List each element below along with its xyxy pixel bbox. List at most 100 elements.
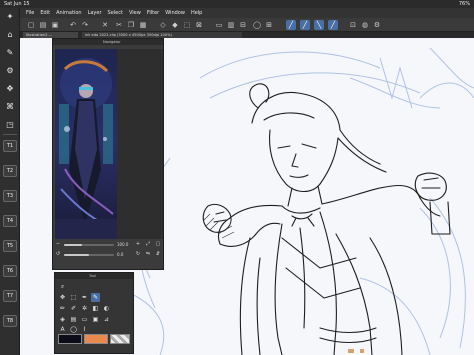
ruler-tool-icon[interactable]: ⊿ bbox=[102, 315, 111, 324]
command-bar: ▢ ▤ ▣ ↶ ↷ ✕ ✂ ❐ ▦ ◇ ◆ ⬚ ⊠ ▭ ▥ ⊟ ◯ ⊞ ╱ ╱ … bbox=[20, 18, 474, 32]
correct-line-tool-icon[interactable]: ⌇ bbox=[80, 325, 89, 334]
layer-icon[interactable]: ▭ bbox=[214, 20, 224, 30]
select-all-icon[interactable]: ⬚ bbox=[182, 20, 192, 30]
eraser-tool-icon[interactable]: ◧ bbox=[91, 304, 100, 313]
custom-button-5[interactable]: T5 bbox=[3, 240, 17, 252]
group-icon[interactable]: ▥ bbox=[226, 20, 236, 30]
rotate-left-icon[interactable]: ↺ bbox=[55, 251, 61, 257]
zoom-tool-icon[interactable]: ⌕ bbox=[58, 282, 67, 291]
rotate-right-icon[interactable]: ↻ bbox=[135, 251, 141, 257]
menu-help[interactable]: Help bbox=[191, 10, 202, 16]
command-icon: ⌘ bbox=[6, 102, 14, 111]
sidebar-item-7[interactable]: ◳ bbox=[2, 120, 18, 129]
sidebar-item-2[interactable]: ⌂ bbox=[2, 30, 18, 39]
sidebar-item-6[interactable]: ⌘ bbox=[2, 102, 18, 111]
tool-palette-title: Tool bbox=[55, 273, 133, 279]
balloon-tool-icon[interactable]: ◯ bbox=[69, 325, 78, 334]
custom-button-7[interactable]: T7 bbox=[3, 290, 17, 302]
status-battery: 76% bbox=[458, 1, 470, 7]
pen-icon: ✎ bbox=[6, 48, 14, 57]
fit-view-icon[interactable]: ⤢ bbox=[145, 241, 151, 247]
sidebar-item-3[interactable]: ✎ bbox=[2, 48, 18, 57]
flip-vertical-icon[interactable]: ⇵ bbox=[155, 251, 161, 257]
transparent-color-swatch[interactable] bbox=[110, 334, 130, 344]
custom-button-8[interactable]: T8 bbox=[3, 315, 17, 327]
blend-tool-icon[interactable]: ◐ bbox=[102, 304, 111, 313]
merge-icon[interactable]: ⊟ bbox=[238, 20, 248, 30]
select-tool-icon[interactable]: ⬚ bbox=[69, 293, 78, 302]
custom-button-6[interactable]: T6 bbox=[3, 265, 17, 277]
navigator-preview-image[interactable] bbox=[55, 49, 117, 239]
command-sidebar: ✦ ⌂ ✎ ⚙ ✥ ⌘ ◳ T1 T2 T3 T4 T5 T6 T7 T8 bbox=[0, 8, 20, 355]
gear-icon: ⚙ bbox=[6, 66, 14, 75]
custom-button-1[interactable]: T1 bbox=[3, 140, 17, 152]
paste-icon[interactable]: ▦ bbox=[138, 20, 148, 30]
home-icon: ⌂ bbox=[7, 30, 13, 39]
main-color-swatch[interactable] bbox=[58, 334, 82, 344]
ipad-status-bar: Sat Jun 15 76% bbox=[0, 0, 474, 8]
snap-ruler-icon[interactable]: ╱ bbox=[300, 20, 310, 30]
figure-tool-icon[interactable]: ▭ bbox=[80, 315, 89, 324]
actual-size-icon[interactable]: ▢ bbox=[155, 241, 161, 247]
menu-select[interactable]: Select bbox=[108, 10, 123, 16]
navigator-title: Navigator bbox=[53, 39, 163, 45]
save-icon[interactable]: ▣ bbox=[50, 20, 60, 30]
menu-view[interactable]: View bbox=[129, 10, 141, 16]
sidebar-item-1[interactable]: ✦ bbox=[2, 12, 18, 21]
zoom-in-icon[interactable]: + bbox=[135, 241, 141, 247]
eyedropper-tool-icon[interactable]: ✒ bbox=[80, 293, 89, 302]
navigator-rotate-row: ↺ 0.0 ↻ ⇋ ⇵ bbox=[55, 251, 163, 259]
undo-icon[interactable]: ↶ bbox=[68, 20, 78, 30]
brush-tool-icon[interactable]: ✐ bbox=[69, 304, 78, 313]
menu-window[interactable]: Window bbox=[165, 10, 185, 16]
menu-filter[interactable]: Filter bbox=[147, 10, 159, 16]
pencil-tool-icon[interactable]: ✏ bbox=[58, 304, 67, 313]
transform-icon[interactable]: ◇ bbox=[158, 20, 168, 30]
settings-icon[interactable]: ⚙ bbox=[372, 20, 382, 30]
snap-grid-icon[interactable]: ╲ bbox=[314, 20, 324, 30]
custom-button-2[interactable]: T2 bbox=[3, 165, 17, 177]
app-icon: ✦ bbox=[6, 12, 14, 21]
navigator-empty-area bbox=[117, 49, 163, 239]
custom-button-4[interactable]: T4 bbox=[3, 215, 17, 227]
pen-tool-icon[interactable]: ✎ bbox=[91, 293, 100, 302]
frame-tool-icon[interactable]: ▣ bbox=[91, 315, 100, 324]
snap-perspective-icon[interactable]: ╱ bbox=[328, 20, 338, 30]
lasso-icon[interactable]: ◯ bbox=[252, 20, 262, 30]
airbrush-tool-icon[interactable]: ✲ bbox=[80, 304, 89, 313]
sidebar-divider bbox=[3, 134, 17, 135]
sub-color-swatch[interactable] bbox=[84, 334, 108, 344]
menu-file[interactable]: File bbox=[26, 10, 34, 16]
sidebar-item-5[interactable]: ✥ bbox=[2, 84, 18, 93]
deselect-icon[interactable]: ⊠ bbox=[194, 20, 204, 30]
move-tool-icon[interactable]: ✥ bbox=[58, 293, 67, 302]
zoom-slider-fill bbox=[64, 244, 82, 246]
menu-edit[interactable]: Edit bbox=[40, 10, 50, 16]
fill-tool-icon[interactable]: ◈ bbox=[58, 315, 67, 324]
flip-horizontal-icon[interactable]: ⇋ bbox=[145, 251, 151, 257]
menu-layer[interactable]: Layer bbox=[88, 10, 102, 16]
navigator-panel: Navigator − 100.0 + ⤢ ▢ ↺ 0.0 ↻ ⇋ ⇵ bbox=[52, 38, 164, 270]
rotate-slider[interactable] bbox=[64, 254, 114, 256]
tool-palette: Tool ⌕ ✥ ⬚ ✒ ✎ ✏ ✐ ✲ ◧ ◐ ◈ ▤ ▭ ▣ ⊿ A ◯ ⌇ bbox=[54, 272, 134, 354]
color-icon[interactable]: ◍ bbox=[360, 20, 370, 30]
gradient-tool-icon[interactable]: ▤ bbox=[69, 315, 78, 324]
palette-icon[interactable]: ⊡ bbox=[348, 20, 358, 30]
redo-icon[interactable]: ↷ bbox=[80, 20, 90, 30]
fill-icon[interactable]: ◆ bbox=[170, 20, 180, 30]
zoom-slider[interactable] bbox=[64, 244, 114, 246]
cut-icon[interactable]: ✂ bbox=[114, 20, 124, 30]
clear-icon[interactable]: ✕ bbox=[100, 20, 110, 30]
snap-line-icon[interactable]: ╱ bbox=[286, 20, 296, 30]
custom-button-3[interactable]: T3 bbox=[3, 190, 17, 202]
menu-animation[interactable]: Animation bbox=[56, 10, 82, 16]
status-time: Sat Jun 15 bbox=[4, 1, 30, 7]
rotate-slider-fill bbox=[64, 254, 89, 256]
new-file-icon[interactable]: ▢ bbox=[26, 20, 36, 30]
zoom-out-icon[interactable]: − bbox=[55, 241, 61, 247]
copy-icon[interactable]: ❐ bbox=[126, 20, 136, 30]
text-tool-icon[interactable]: A bbox=[58, 325, 67, 334]
open-file-icon[interactable]: ▤ bbox=[38, 20, 48, 30]
marquee-icon[interactable]: ⊞ bbox=[264, 20, 274, 30]
sidebar-item-4[interactable]: ⚙ bbox=[2, 66, 18, 75]
